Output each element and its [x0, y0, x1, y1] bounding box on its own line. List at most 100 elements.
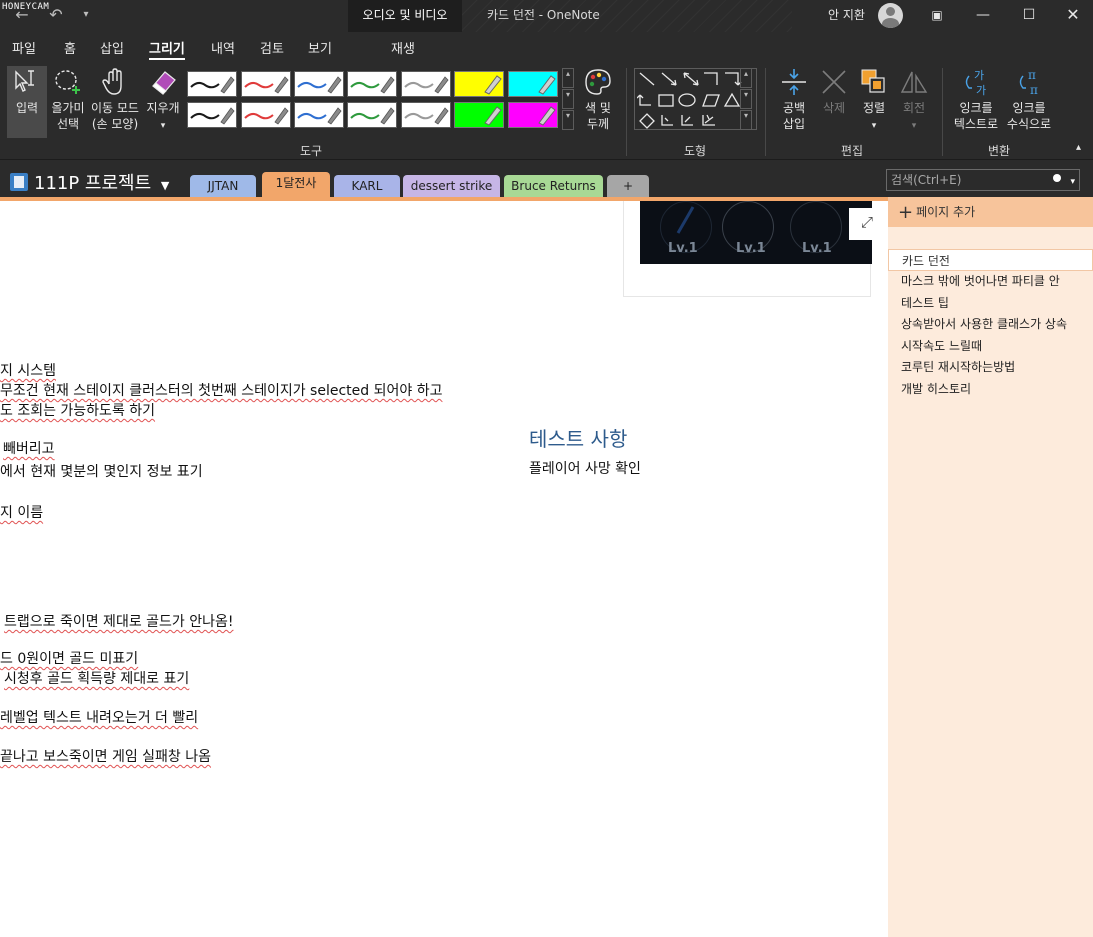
page-item[interactable]: 테스트 팁: [888, 292, 1093, 314]
minimize-icon[interactable]: —: [960, 0, 1006, 32]
note-line[interactable]: 에서 현재 몇분의 몇인지 정보 표기: [0, 461, 203, 481]
maximize-icon[interactable]: ☐: [1006, 0, 1052, 32]
section-tab-jjtan[interactable]: JJTAN: [190, 175, 256, 197]
svg-text:가: 가: [974, 69, 984, 82]
pen-swatch[interactable]: [241, 102, 291, 128]
user-name[interactable]: 안 지환: [828, 0, 865, 30]
notebook-bar: 111P 프로젝트 ▼ JJTAN 1달전사 KARL dessert stri…: [0, 160, 1093, 198]
page-item[interactable]: 마스크 밖에 벗어나면 파티클 안: [888, 270, 1093, 292]
highlighter-swatch[interactable]: [454, 71, 504, 97]
tab-home[interactable]: 홈: [64, 38, 76, 57]
ribbon-display-icon[interactable]: ▣: [914, 0, 960, 32]
pen-swatch[interactable]: [347, 71, 397, 97]
tab-draw[interactable]: 그리기: [149, 38, 185, 60]
search-scope-dropdown-icon[interactable]: ▾: [1070, 172, 1075, 192]
eraser-button[interactable]: 지우개 ▾: [143, 66, 183, 138]
page-item[interactable]: 상속받아서 사용한 클래스가 상속: [888, 313, 1093, 335]
pen-swatch[interactable]: [401, 102, 451, 128]
highlighter-swatch[interactable]: [508, 102, 558, 128]
note-line[interactable]: 트랩으로 죽이면 제대로 골드가 안나옴!: [4, 611, 234, 631]
tab-insert[interactable]: 삽입: [100, 38, 124, 57]
section-tab-karl[interactable]: KARL: [334, 175, 400, 197]
note-line[interactable]: 시청후 골드 획득량 제대로 표기: [4, 668, 189, 688]
tab-review[interactable]: 검토: [260, 38, 284, 57]
test-items-heading[interactable]: 테스트 사항: [529, 423, 627, 452]
pan-mode-button[interactable]: 이동 모드 (손 모양): [88, 66, 142, 138]
shapes-gallery[interactable]: ▴ ▾ ▾: [634, 68, 757, 130]
pen-swatch[interactable]: [347, 102, 397, 128]
rotate-dropdown-icon[interactable]: ▾: [912, 121, 917, 131]
avatar[interactable]: [878, 3, 903, 28]
group-separator: [765, 68, 766, 156]
note-line[interactable]: 무조건 현재 스테이지 클러스터의 첫번째 스테이지가 selected 되어야…: [0, 380, 442, 400]
insert-space-button[interactable]: 공백 삽입: [774, 66, 814, 138]
ink-to-math-button[interactable]: π π 잉크를 수식으로: [1003, 66, 1055, 138]
expand-icon[interactable]: ⤢: [849, 208, 885, 240]
arrange-label: 정렬: [862, 101, 886, 115]
page-item[interactable]: 코루틴 재시작하는방법: [888, 356, 1093, 378]
pen-swatch[interactable]: [187, 102, 237, 128]
pen-swatch[interactable]: [294, 102, 344, 128]
highlighter-swatch[interactable]: [508, 71, 558, 97]
collapse-ribbon-icon[interactable]: ▴: [1076, 142, 1081, 153]
color-thickness-button[interactable]: 색 및 두께: [578, 66, 618, 138]
tab-audio-video[interactable]: 오디오 및 비디오: [348, 0, 462, 32]
ink-to-math-icon: π π: [1019, 68, 1038, 97]
page-item[interactable]: 개발 히스토리: [888, 378, 1093, 400]
lasso-select-button[interactable]: 올가미 선택: [48, 66, 88, 138]
pen-swatch[interactable]: [187, 71, 237, 97]
test-items-text[interactable]: 플레이어 사망 확인: [529, 458, 641, 478]
note-line[interactable]: 지 시스템: [0, 360, 56, 380]
section-label: dessert strike: [410, 179, 493, 193]
highlighter-swatch[interactable]: [454, 102, 504, 128]
section-tab-active[interactable]: 1달전사: [262, 172, 330, 198]
pen-gallery-down-icon[interactable]: ▾: [562, 89, 574, 109]
embedded-image-container[interactable]: Lv.1 Lv.1 Lv.1: [623, 201, 872, 297]
back-arrow-icon[interactable]: ←: [12, 5, 32, 25]
lasso-label-line2: 선택: [56, 117, 80, 131]
tab-view[interactable]: 보기: [308, 38, 332, 57]
arrange-dropdown-icon[interactable]: ▾: [872, 121, 877, 131]
type-button[interactable]: 입력: [7, 66, 47, 138]
page-item[interactable]: 시작속도 느릴때: [888, 335, 1093, 357]
note-line[interactable]: 빼버리고: [3, 438, 55, 458]
shapes-down-icon[interactable]: ▾: [740, 89, 752, 109]
tab-playback[interactable]: 재생: [391, 38, 415, 57]
notebook-switcher[interactable]: 111P 프로젝트 ▼: [10, 169, 169, 195]
ribbon: 입력 올가미 선택 이동 모드 (손 모양) 지우개 ▾ ▴ ▾ ▾ 색 및 두…: [0, 62, 1093, 160]
pen-gallery-up-icon[interactable]: ▴: [562, 68, 574, 88]
pen-swatch[interactable]: [241, 71, 291, 97]
note-line[interactable]: 도 조회는 가능하도록 하기: [0, 400, 155, 420]
delete-button[interactable]: 삭제: [816, 66, 852, 138]
ink-to-text-label2: 텍스트로: [953, 117, 999, 131]
add-section-button[interactable]: +: [607, 175, 649, 197]
plus-icon: +: [898, 202, 914, 223]
add-page-button[interactable]: + 페이지 추가: [888, 197, 1093, 227]
shapes-up-icon[interactable]: ▴: [740, 68, 752, 88]
section-tab-dessert-strike[interactable]: dessert strike: [403, 175, 500, 197]
section-tab-bruce-returns[interactable]: Bruce Returns: [504, 175, 603, 197]
note-line[interactable]: 드 0원이면 골드 미표기: [0, 648, 138, 668]
pen-swatch[interactable]: [294, 71, 344, 97]
search-icon[interactable]: [1053, 174, 1061, 182]
shapes-more-icon[interactable]: ▾: [740, 110, 752, 130]
pen-gallery-more-icon[interactable]: ▾: [562, 110, 574, 130]
undo-icon[interactable]: ↶: [46, 5, 66, 25]
note-line[interactable]: 끝나고 보스죽이면 게임 실패창 나옴: [0, 746, 211, 766]
note-line[interactable]: 레벨업 텍스트 내려오는거 더 빨리: [0, 707, 198, 727]
customize-qat-icon[interactable]: ▾: [76, 5, 96, 25]
eraser-dropdown-icon[interactable]: ▾: [161, 121, 166, 131]
tab-history[interactable]: 내역: [211, 38, 235, 57]
rotate-button[interactable]: 회전 ▾: [895, 66, 933, 138]
pen-swatch[interactable]: [401, 71, 451, 97]
page-canvas[interactable]: Lv.1 Lv.1 Lv.1 ⤢ 지 시스템 무조건 현재 스테이지 클러스터의…: [0, 201, 888, 937]
page-item-active[interactable]: 카드 던전: [888, 249, 1093, 271]
ink-to-text-button[interactable]: 가 가 잉크를 텍스트로: [950, 66, 1002, 138]
close-icon[interactable]: ✕: [1050, 0, 1093, 32]
game-screenshot-image[interactable]: Lv.1 Lv.1 Lv.1: [640, 201, 872, 264]
arrange-button[interactable]: 정렬 ▾: [855, 66, 893, 138]
search-input[interactable]: 검색(Ctrl+E) ▾: [886, 169, 1080, 191]
tab-file[interactable]: 파일: [12, 38, 36, 57]
note-line[interactable]: 지 이름: [0, 502, 43, 522]
add-page-label: 페이지 추가: [916, 205, 976, 219]
